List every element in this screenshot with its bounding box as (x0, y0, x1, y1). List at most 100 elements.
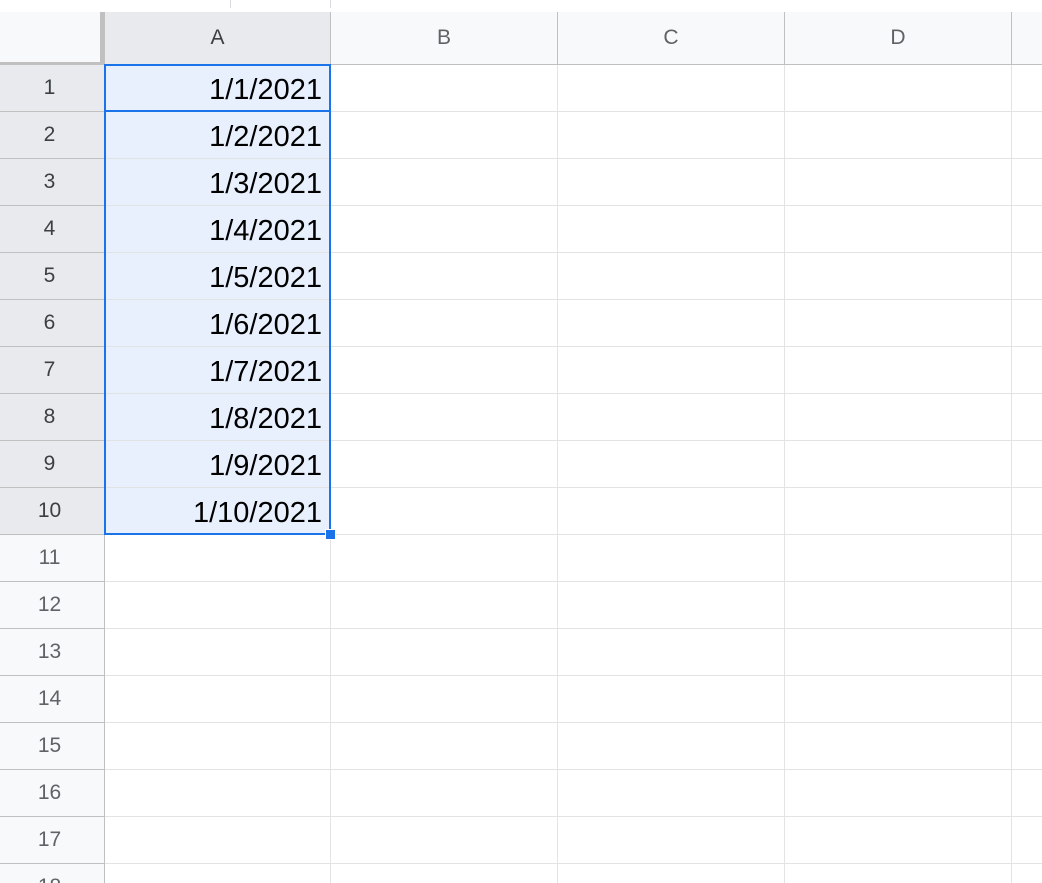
column-header-c[interactable]: C (558, 12, 785, 65)
cell-c9[interactable] (558, 441, 785, 488)
cell-e10[interactable] (1012, 488, 1042, 535)
cell-d15[interactable] (785, 723, 1012, 770)
cell-b13[interactable] (331, 629, 558, 676)
cell-b7[interactable] (331, 347, 558, 394)
row-header-3[interactable]: 3 (0, 159, 105, 206)
cell-e8[interactable] (1012, 394, 1042, 441)
cell-a3[interactable]: 1/3/2021 (105, 159, 331, 206)
cell-b6[interactable] (331, 300, 558, 347)
row-header-9[interactable]: 9 (0, 441, 105, 488)
row-header-14[interactable]: 14 (0, 676, 105, 723)
cell-e4[interactable] (1012, 206, 1042, 253)
cell-a17[interactable] (105, 817, 331, 864)
row-header-18[interactable]: 18 (0, 864, 105, 883)
cell-d16[interactable] (785, 770, 1012, 817)
cell-a8[interactable]: 1/8/2021 (105, 394, 331, 441)
cell-d13[interactable] (785, 629, 1012, 676)
row-header-10[interactable]: 10 (0, 488, 105, 535)
cell-c16[interactable] (558, 770, 785, 817)
cell-b17[interactable] (331, 817, 558, 864)
cell-e1[interactable] (1012, 65, 1042, 112)
row-header-4[interactable]: 4 (0, 206, 105, 253)
cell-a10[interactable]: 1/10/2021 (105, 488, 331, 535)
cell-c13[interactable] (558, 629, 785, 676)
row-header-15[interactable]: 15 (0, 723, 105, 770)
cell-d18[interactable] (785, 864, 1012, 883)
cell-a12[interactable] (105, 582, 331, 629)
row-header-8[interactable]: 8 (0, 394, 105, 441)
column-header-d[interactable]: D (785, 12, 1012, 65)
cell-e11[interactable] (1012, 535, 1042, 582)
fill-handle[interactable] (325, 529, 336, 540)
cell-e16[interactable] (1012, 770, 1042, 817)
cell-b4[interactable] (331, 206, 558, 253)
cell-b3[interactable] (331, 159, 558, 206)
cell-a5[interactable]: 1/5/2021 (105, 253, 331, 300)
cell-c12[interactable] (558, 582, 785, 629)
cell-d10[interactable] (785, 488, 1012, 535)
cell-d6[interactable] (785, 300, 1012, 347)
cell-d9[interactable] (785, 441, 1012, 488)
cell-c11[interactable] (558, 535, 785, 582)
cell-e18[interactable] (1012, 864, 1042, 883)
cell-e9[interactable] (1012, 441, 1042, 488)
row-header-1[interactable]: 1 (0, 65, 105, 112)
row-header-6[interactable]: 6 (0, 300, 105, 347)
row-header-5[interactable]: 5 (0, 253, 105, 300)
cell-d3[interactable] (785, 159, 1012, 206)
column-header-a[interactable]: A (105, 12, 331, 65)
cell-d11[interactable] (785, 535, 1012, 582)
cell-c5[interactable] (558, 253, 785, 300)
row-header-16[interactable]: 16 (0, 770, 105, 817)
cell-e15[interactable] (1012, 723, 1042, 770)
cell-b14[interactable] (331, 676, 558, 723)
column-header-b[interactable]: B (331, 12, 558, 65)
cell-e12[interactable] (1012, 582, 1042, 629)
cell-e14[interactable] (1012, 676, 1042, 723)
cell-d17[interactable] (785, 817, 1012, 864)
cell-a4[interactable]: 1/4/2021 (105, 206, 331, 253)
cell-c7[interactable] (558, 347, 785, 394)
cell-b15[interactable] (331, 723, 558, 770)
cell-b9[interactable] (331, 441, 558, 488)
select-all-corner[interactable] (0, 12, 105, 67)
cell-b10[interactable] (331, 488, 558, 535)
cell-d8[interactable] (785, 394, 1012, 441)
cell-c14[interactable] (558, 676, 785, 723)
cell-a16[interactable] (105, 770, 331, 817)
cell-a13[interactable] (105, 629, 331, 676)
cell-c8[interactable] (558, 394, 785, 441)
cell-e5[interactable] (1012, 253, 1042, 300)
row-header-11[interactable]: 11 (0, 535, 105, 582)
cell-a2[interactable]: 1/2/2021 (105, 112, 331, 159)
cell-b18[interactable] (331, 864, 558, 883)
cell-d12[interactable] (785, 582, 1012, 629)
cell-c1[interactable] (558, 65, 785, 112)
cell-b12[interactable] (331, 582, 558, 629)
cell-c2[interactable] (558, 112, 785, 159)
cell-d14[interactable] (785, 676, 1012, 723)
cell-d2[interactable] (785, 112, 1012, 159)
cell-a18[interactable] (105, 864, 331, 883)
cell-c15[interactable] (558, 723, 785, 770)
row-header-12[interactable]: 12 (0, 582, 105, 629)
cell-b1[interactable] (331, 65, 558, 112)
cell-b8[interactable] (331, 394, 558, 441)
cell-b11[interactable] (331, 535, 558, 582)
cell-c10[interactable] (558, 488, 785, 535)
cell-e2[interactable] (1012, 112, 1042, 159)
cell-a15[interactable] (105, 723, 331, 770)
cell-e13[interactable] (1012, 629, 1042, 676)
row-header-2[interactable]: 2 (0, 112, 105, 159)
cell-d4[interactable] (785, 206, 1012, 253)
cell-b16[interactable] (331, 770, 558, 817)
cell-a11[interactable] (105, 535, 331, 582)
cell-c6[interactable] (558, 300, 785, 347)
cell-c18[interactable] (558, 864, 785, 883)
cell-e3[interactable] (1012, 159, 1042, 206)
cell-e17[interactable] (1012, 817, 1042, 864)
row-header-7[interactable]: 7 (0, 347, 105, 394)
row-header-17[interactable]: 17 (0, 817, 105, 864)
cell-e7[interactable] (1012, 347, 1042, 394)
cell-c3[interactable] (558, 159, 785, 206)
